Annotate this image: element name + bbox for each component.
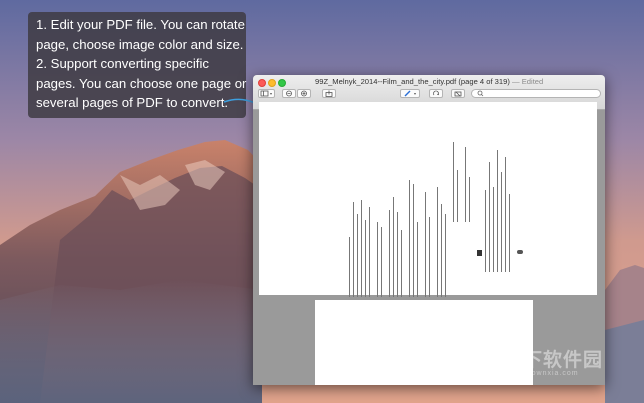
pdf-page-next[interactable] bbox=[315, 300, 533, 385]
zoom-in-icon bbox=[301, 90, 307, 97]
page-text-column bbox=[397, 212, 399, 297]
page-text-column bbox=[429, 217, 431, 297]
share-icon bbox=[325, 90, 333, 97]
feature-tooltip: 1. Edit your PDF file. You can rotate pa… bbox=[28, 12, 246, 118]
page-text-column bbox=[389, 210, 391, 297]
edited-status: — Edited bbox=[512, 77, 544, 86]
page-text-column bbox=[365, 220, 367, 297]
watermark-logo-icon bbox=[458, 339, 498, 379]
page-text-column bbox=[417, 222, 419, 297]
page-text-column bbox=[441, 204, 443, 297]
window-title: 99Z_Melnyk_2014--Film_and_the_city.pdf (… bbox=[315, 77, 543, 86]
publisher-logo-icon bbox=[477, 250, 482, 256]
signature-mark bbox=[517, 250, 523, 254]
rotate-button[interactable] bbox=[429, 89, 443, 98]
page-text-column bbox=[357, 214, 359, 297]
page-text-column bbox=[353, 202, 355, 297]
zoom-out-icon bbox=[286, 90, 292, 97]
close-button[interactable] bbox=[258, 79, 266, 87]
watermark-brand: 当下软件园 bbox=[503, 350, 604, 371]
page-text-column bbox=[369, 207, 371, 297]
page-text-column bbox=[493, 187, 495, 272]
page-text-column bbox=[349, 237, 351, 297]
page-text-column bbox=[377, 222, 379, 297]
page-text-column bbox=[497, 150, 499, 272]
page-text-column bbox=[485, 190, 487, 272]
markup-pen-button[interactable] bbox=[400, 89, 420, 98]
page-text-column bbox=[501, 172, 503, 272]
page-text-column bbox=[393, 197, 395, 297]
page-text-column bbox=[361, 200, 363, 297]
page-text-column bbox=[409, 180, 411, 297]
minimize-button[interactable] bbox=[268, 79, 276, 87]
page-text-column bbox=[465, 147, 467, 222]
search-field[interactable] bbox=[471, 89, 601, 98]
tooltip-line-3: 2. Support converting specific bbox=[36, 56, 209, 72]
toolbox-icon bbox=[454, 91, 462, 97]
page-text-column bbox=[489, 162, 491, 272]
share-button[interactable] bbox=[322, 89, 336, 98]
pdf-page-current[interactable] bbox=[259, 102, 597, 297]
tooltip-line-5: several pages of PDF to convert. bbox=[36, 95, 229, 111]
page-text-column bbox=[505, 157, 507, 272]
zoom-out-button[interactable] bbox=[282, 89, 296, 98]
page-text-column bbox=[401, 230, 403, 297]
preview-window[interactable]: 99Z_Melnyk_2014--Film_and_the_city.pdf (… bbox=[253, 75, 605, 385]
zoom-button[interactable] bbox=[278, 79, 286, 87]
page-text-column bbox=[413, 184, 415, 297]
page-text-column bbox=[381, 227, 383, 297]
pen-markup-icon bbox=[404, 90, 416, 97]
page-text-column bbox=[509, 194, 511, 272]
page-text-column bbox=[469, 177, 471, 222]
page-text-column bbox=[457, 170, 459, 222]
zoom-in-button[interactable] bbox=[297, 89, 311, 98]
page-text-column bbox=[445, 214, 447, 297]
tooltip-line-1: 1. Edit your PDF file. You can rotate bbox=[36, 17, 245, 32]
page-text-column bbox=[453, 142, 455, 222]
tooltip-line-4: pages. You can choose one page or bbox=[36, 75, 247, 91]
sidebar-toggle-icon bbox=[260, 90, 272, 97]
search-icon bbox=[477, 90, 484, 97]
page-text-column bbox=[425, 192, 427, 297]
sidebar-toggle-button[interactable] bbox=[258, 89, 275, 98]
watermark-url: www.downxia.com bbox=[506, 370, 579, 377]
document-title: 99Z_Melnyk_2014--Film_and_the_city.pdf (… bbox=[315, 77, 510, 86]
toolbox-button[interactable] bbox=[451, 89, 465, 98]
tooltip-line-2: page, choose image color and size. bbox=[36, 36, 244, 52]
page-text-column bbox=[437, 187, 439, 297]
rotate-icon bbox=[433, 90, 439, 96]
